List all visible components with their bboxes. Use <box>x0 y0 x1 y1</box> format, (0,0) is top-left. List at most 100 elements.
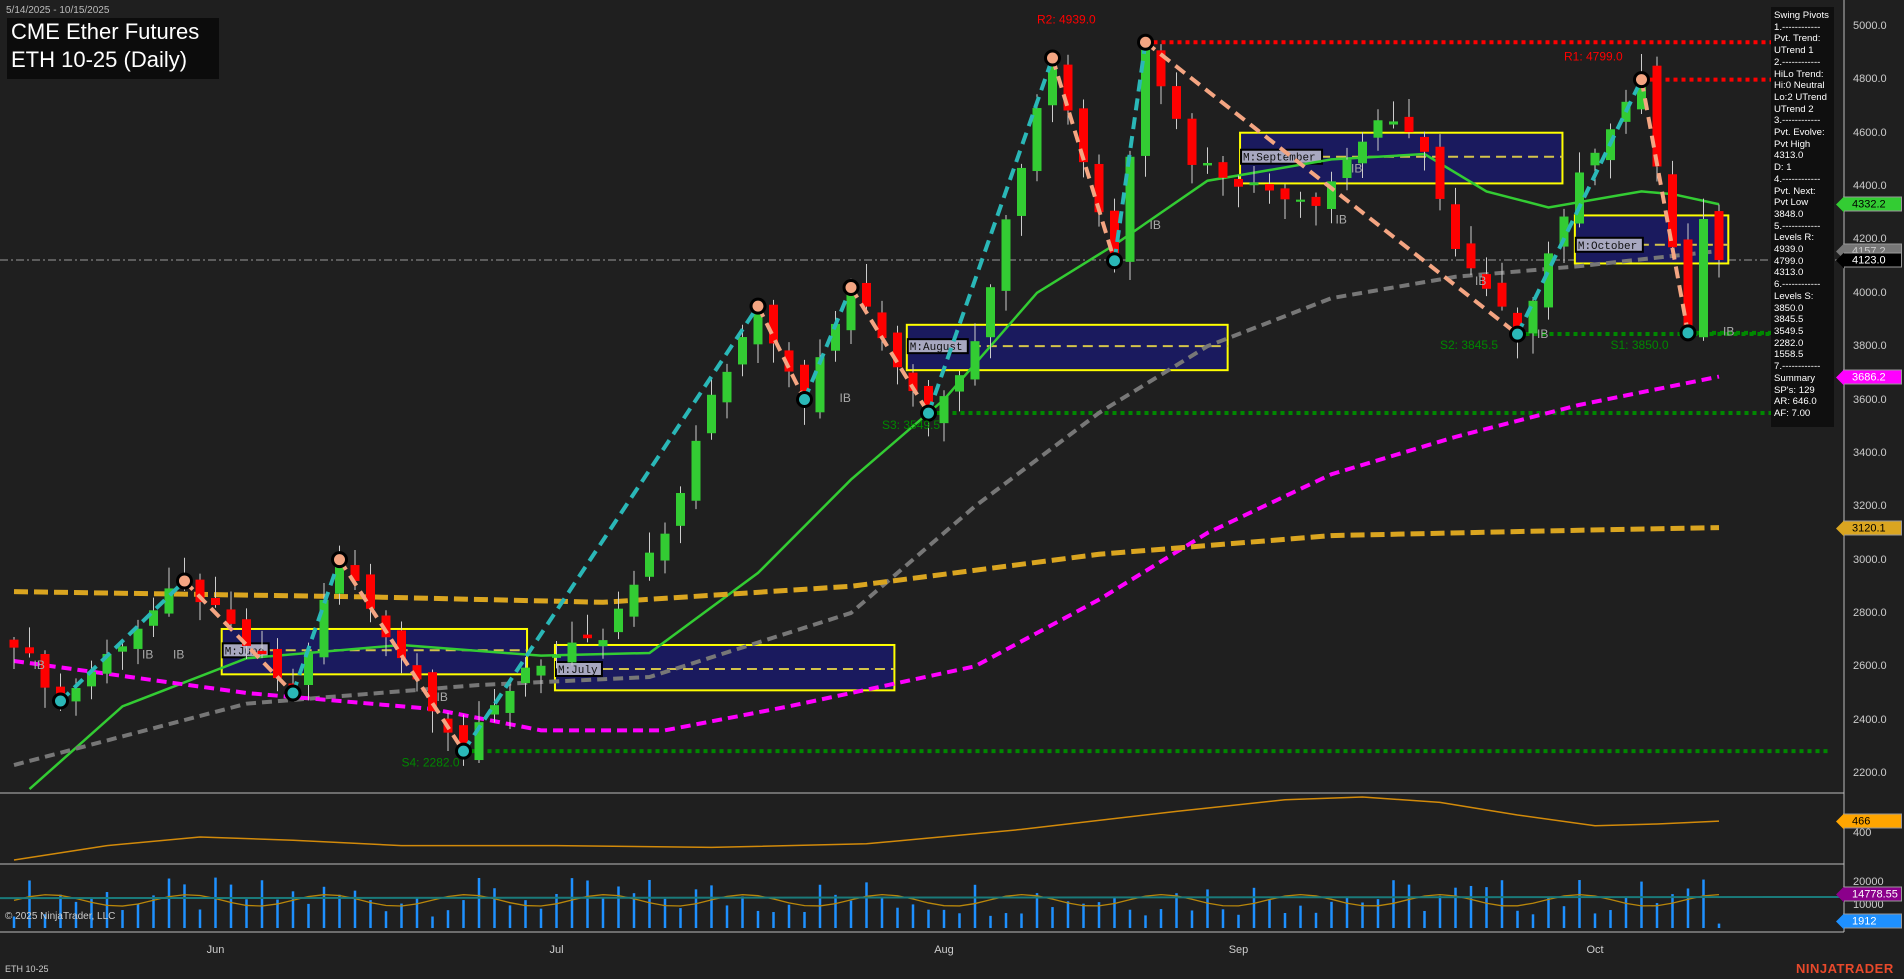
candle <box>692 425 701 509</box>
candle <box>1684 223 1693 337</box>
level-label-s3: S3: 3549.5 <box>882 418 940 432</box>
candle <box>1699 199 1708 341</box>
candle <box>1079 100 1088 178</box>
candle-body <box>1219 162 1228 178</box>
info-line: AF: 7.00 <box>1774 408 1834 420</box>
level-label-s1: S1: 3850.0 <box>1611 338 1669 352</box>
ib-label: IB <box>1351 162 1362 176</box>
candle <box>955 371 964 411</box>
candle-body <box>692 441 701 501</box>
candle-body <box>940 396 949 423</box>
candle <box>940 390 949 441</box>
candle-body <box>1575 172 1584 223</box>
candle <box>1126 151 1135 280</box>
info-line: Levels R: <box>1774 232 1834 244</box>
info-line: Pvt High <box>1774 139 1834 151</box>
info-line: Pvt. Next: <box>1774 186 1834 198</box>
candle-body <box>211 598 220 605</box>
info-line: 4799.0 <box>1774 256 1834 268</box>
candle-body <box>521 668 530 683</box>
candle <box>1529 297 1538 354</box>
ib-label: IB <box>173 647 184 661</box>
candle-body <box>118 646 127 651</box>
candle-body <box>955 375 964 391</box>
candle <box>1234 175 1243 207</box>
volume-badge: 14778.55 <box>1843 887 1902 902</box>
info-line: 1.------------ <box>1774 22 1834 34</box>
info-line: 3850.0 <box>1774 303 1834 315</box>
info-line: Hi:0 Neutral <box>1774 80 1834 92</box>
candle-body <box>645 553 654 577</box>
candle-body <box>1498 283 1507 307</box>
price-tick-label: 3600.0 <box>1853 394 1887 406</box>
candle-body <box>1405 117 1414 132</box>
ib-label: IB <box>1336 212 1347 226</box>
price-badge: 3120.1 <box>1843 520 1902 535</box>
candle <box>1188 113 1197 183</box>
candle <box>1715 204 1724 277</box>
instrument-period: ETH 10-25 (Daily) <box>7 46 219 74</box>
ib-label: IB <box>34 658 45 672</box>
ib-label: IB <box>840 391 851 405</box>
candle-body <box>366 574 375 608</box>
ninjatrader-logo: NINJATRADER <box>1796 961 1894 976</box>
info-line: 3549.5 <box>1774 326 1834 338</box>
candle-body <box>862 283 871 307</box>
candle-body <box>676 493 685 526</box>
info-line: Lo:2 UTrend <box>1774 92 1834 104</box>
candle-body <box>1312 197 1321 206</box>
info-line: 3.------------ <box>1774 115 1834 127</box>
copyright: © 2025 NinjaTrader, LLC <box>5 911 115 922</box>
candle-body <box>1358 142 1367 164</box>
info-line: Pvt. Trend: <box>1774 33 1834 45</box>
swing-high-marker <box>1139 35 1153 49</box>
swing-leg <box>1642 80 1689 333</box>
moving-average-long <box>14 528 1719 603</box>
candle-body <box>661 534 670 561</box>
price-chart[interactable]: M:JuneM:JulyM:AugustM:SeptemberM:October… <box>0 0 1904 979</box>
candle <box>1017 164 1026 236</box>
swing-high-marker <box>178 574 192 588</box>
candle <box>630 571 639 627</box>
info-line: HiLo Trend: <box>1774 69 1834 81</box>
volume-badge: 1912 <box>1843 914 1902 929</box>
swing-leg <box>805 287 852 399</box>
candle-body <box>72 688 81 701</box>
candle <box>816 339 825 418</box>
price-tick-label: 2200.0 <box>1853 767 1887 779</box>
swing-low-marker <box>286 686 300 700</box>
candle-body <box>25 647 34 653</box>
swing-high-marker <box>333 553 347 567</box>
candle <box>661 523 670 574</box>
candle <box>25 627 34 657</box>
candle-body <box>1467 243 1476 268</box>
candle <box>1219 156 1228 196</box>
candle <box>1281 184 1290 219</box>
candle-body <box>1126 157 1135 262</box>
price-badge: 4332.2 <box>1843 197 1902 212</box>
price-tick-label: 2600.0 <box>1853 660 1887 672</box>
info-line: 5.------------ <box>1774 221 1834 233</box>
candle-body <box>1188 119 1197 165</box>
candle-body <box>583 635 592 639</box>
candle-body <box>1389 121 1398 124</box>
chart-title: CME Ether Futures ETH 10-25 (Daily) <box>7 18 219 79</box>
info-line: Levels S: <box>1774 291 1834 303</box>
ib-label: IB <box>142 647 153 661</box>
candle-body <box>1591 153 1600 166</box>
candle-body <box>320 600 329 657</box>
swing-leg <box>1053 58 1115 261</box>
price-tick-label: 3400.0 <box>1853 447 1887 459</box>
candle <box>1467 226 1476 275</box>
candle-body <box>227 609 236 623</box>
candle <box>10 637 19 669</box>
ib-label: IB <box>1723 324 1734 338</box>
info-line: 7.------------ <box>1774 361 1834 373</box>
candle <box>1606 124 1615 179</box>
candle <box>707 377 716 439</box>
info-line: Pvt. Evolve: <box>1774 127 1834 139</box>
candle-body <box>552 654 561 657</box>
candle <box>1095 154 1104 226</box>
instrument-label: ETH 10-25 <box>5 964 49 974</box>
swing-low-marker <box>1681 326 1695 340</box>
